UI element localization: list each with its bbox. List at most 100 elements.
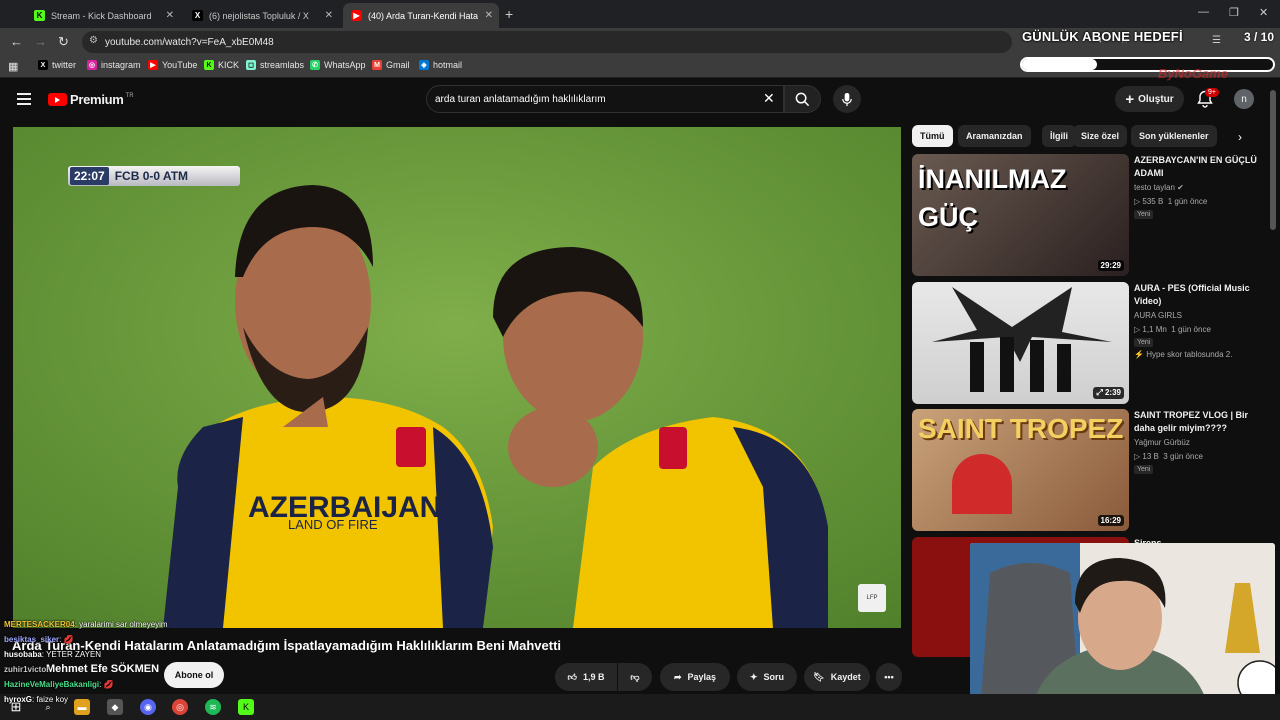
rec-meta: ▷ 13 B 3 gün önce: [1134, 452, 1203, 461]
windows-taskbar: ⊞ ⌕ ▬ ◆ ◉ ◎ ≋ K: [0, 694, 1280, 720]
video-player[interactable]: AZERBAIJAN LAND OF FIRE 22:07 FCB 0-0 AT…: [13, 127, 901, 628]
create-button[interactable]: + Oluştur: [1115, 86, 1184, 112]
match-scoreboard: 22:07 FCB 0-0 ATM: [68, 166, 240, 186]
chip-recent[interactable]: Son yüklenenler: [1131, 125, 1217, 147]
discord-icon[interactable]: ◉: [140, 699, 156, 715]
rec-channel[interactable]: Yağmur Gürbüz: [1134, 438, 1190, 447]
bookmark-twitter[interactable]: Xtwitter: [38, 60, 76, 70]
chevron-right-icon[interactable]: ›: [1238, 130, 1242, 144]
video-frame: AZERBAIJAN LAND OF FIRE: [13, 127, 901, 628]
new-tab-button[interactable]: +: [505, 6, 513, 22]
bookmark-label: WhatsApp: [324, 60, 366, 70]
youtube-play-icon: [48, 93, 67, 106]
bookmark-label: streamlabs: [260, 60, 305, 70]
thumbnail-text: SAINT TROPEZ: [918, 413, 1124, 444]
forward-icon[interactable]: →: [34, 34, 47, 49]
page-scrollbar[interactable]: [1270, 90, 1276, 230]
subscribe-button[interactable]: Abone ol: [164, 662, 224, 688]
bookmark-label: hotmail: [433, 60, 463, 70]
url-text: youtube.com/watch?v=FeA_xbE0M48: [105, 36, 274, 48]
search-input[interactable]: arda turan anlatamadığım haklılıklarım: [426, 85, 784, 113]
spotify-icon[interactable]: ≋: [205, 699, 221, 715]
chat-username: besiktas_siker: [4, 635, 60, 644]
minimize-icon[interactable]: —: [1198, 6, 1209, 18]
duration-badge: 29:29: [1097, 260, 1124, 271]
like-button[interactable]: 👍︎ 1,9 B: [555, 663, 617, 691]
chip-for-you[interactable]: Size özel: [1073, 125, 1128, 147]
close-window-icon[interactable]: ✕: [1259, 6, 1268, 19]
recommendation-item[interactable]: SAINT TROPEZ 16:29 SAINT TROPEZ VLOG | B…: [912, 409, 1262, 531]
tab-youtube[interactable]: ▶ (40) Arda Turan-Kendi Hata ✕: [343, 3, 499, 28]
match-clock: 22:07: [70, 167, 109, 185]
whatsapp-icon: ✆: [310, 60, 320, 70]
new-badge: Yeni: [1134, 338, 1154, 347]
close-icon[interactable]: ✕: [325, 10, 333, 21]
thumbnail-image: [932, 287, 1112, 392]
chat-text: : YETER ZAYEN: [41, 650, 102, 659]
rec-views: 13 B: [1142, 452, 1159, 461]
share-button[interactable]: ➦ Paylaş: [660, 663, 730, 691]
address-bar[interactable]: ⚙ youtube.com/watch?v=FeA_xbE0M48: [82, 31, 1012, 53]
tab-label: Stream - Kick Dashboard: [51, 10, 152, 21]
chip-related[interactable]: İlgili: [1042, 125, 1076, 147]
app-icon[interactable]: ◆: [107, 699, 123, 715]
watermark-text: ByNoGame: [1158, 66, 1229, 81]
site-info-icon[interactable]: ⚙: [89, 35, 98, 46]
youtube-header: Premium TR arda turan anlatamadığım hakl…: [0, 79, 1280, 121]
bookmark-kick[interactable]: K KICK: [204, 60, 239, 70]
chat-text: : 💋: [99, 680, 114, 689]
kick-app-icon[interactable]: K: [238, 699, 254, 715]
rec-title[interactable]: SAINT TROPEZ VLOG | Bir daha gelir miyim…: [1134, 409, 1270, 435]
bookmark-whatsapp[interactable]: ✆ WhatsApp: [310, 60, 366, 70]
voice-search-button[interactable]: [833, 85, 861, 113]
file-explorer-icon[interactable]: ▬: [74, 699, 90, 715]
rec-title[interactable]: AURA - PES (Official Music Video): [1134, 282, 1270, 308]
bookmark-youtube[interactable]: ▶ YouTube: [148, 60, 197, 70]
thumbs-up-icon: 👍︎: [567, 671, 577, 682]
rec-title[interactable]: AZERBAYCAN'IN EN GÜÇLÜ ADAMI: [1134, 154, 1270, 180]
close-icon[interactable]: ✕: [485, 10, 493, 21]
chrome-icon[interactable]: ◎: [172, 699, 188, 715]
rec-channel[interactable]: testo taylan ✔: [1134, 183, 1184, 192]
account-avatar[interactable]: n: [1234, 89, 1254, 109]
dislike-button[interactable]: 👎︎: [618, 663, 652, 691]
search-button[interactable]: [784, 85, 821, 113]
duration-text: 2:39: [1104, 388, 1121, 397]
rec-channel[interactable]: AURA GIRLS: [1134, 311, 1182, 320]
close-icon[interactable]: ✕: [166, 10, 174, 21]
recommendation-item[interactable]: İNANILMAZ GÜÇ 29:29 AZERBAYCAN'IN EN GÜÇ…: [912, 154, 1262, 276]
video-thumbnail[interactable]: ⤢ 2:39: [912, 282, 1129, 404]
save-button[interactable]: 🔖︎ Kaydet: [804, 663, 870, 691]
ask-button[interactable]: ✦ Soru: [737, 663, 797, 691]
recommendation-item[interactable]: ⤢ 2:39 AURA - PES (Official Music Video)…: [912, 282, 1262, 404]
youtube-premium-logo[interactable]: Premium TR: [48, 92, 134, 107]
menu-icon[interactable]: ☰: [1212, 35, 1221, 46]
bookmark-instagram[interactable]: ◎ instagram: [87, 60, 141, 70]
more-actions-button[interactable]: •••: [876, 663, 902, 691]
chat-message: MERTESACKER04: yaralarimi sar olmeyeyim: [4, 620, 168, 629]
back-icon[interactable]: ←: [10, 34, 23, 49]
apps-icon[interactable]: ▦: [8, 60, 18, 73]
share-label: Paylaş: [687, 672, 717, 682]
tab-kick-dashboard[interactable]: K Stream - Kick Dashboard ✕: [26, 3, 180, 28]
brand-text: Premium: [70, 92, 124, 107]
reload-icon[interactable]: ↻: [58, 34, 69, 50]
chip-from-search[interactable]: Aramanızdan: [958, 125, 1031, 147]
kick-icon: K: [34, 10, 45, 21]
clear-search-icon[interactable]: ✕: [763, 90, 775, 107]
hamburger-menu-icon[interactable]: [17, 93, 31, 108]
video-thumbnail[interactable]: SAINT TROPEZ 16:29: [912, 409, 1129, 531]
bookmark-streamlabs[interactable]: ◻ streamlabs: [246, 60, 304, 70]
more-icon: •••: [884, 672, 894, 682]
thumbnail-text: İNANILMAZ GÜÇ: [918, 164, 1067, 232]
bookmark-gmail[interactable]: M Gmail: [372, 60, 410, 70]
bookmark-icon: 🔖︎: [813, 671, 825, 682]
create-label: Oluştur: [1138, 93, 1174, 105]
chip-all[interactable]: Tümü: [912, 125, 953, 147]
bookmark-hotmail[interactable]: ◈ hotmail: [419, 60, 462, 70]
restore-icon[interactable]: ❐: [1229, 6, 1239, 19]
channel-name[interactable]: Mehmet Efe SÖKMEN: [46, 663, 159, 675]
video-thumbnail[interactable]: İNANILMAZ GÜÇ 29:29: [912, 154, 1129, 276]
new-badge: Yeni: [1134, 465, 1154, 474]
tab-x[interactable]: X (6) nejolistas Topluluk / X ✕: [184, 3, 339, 28]
